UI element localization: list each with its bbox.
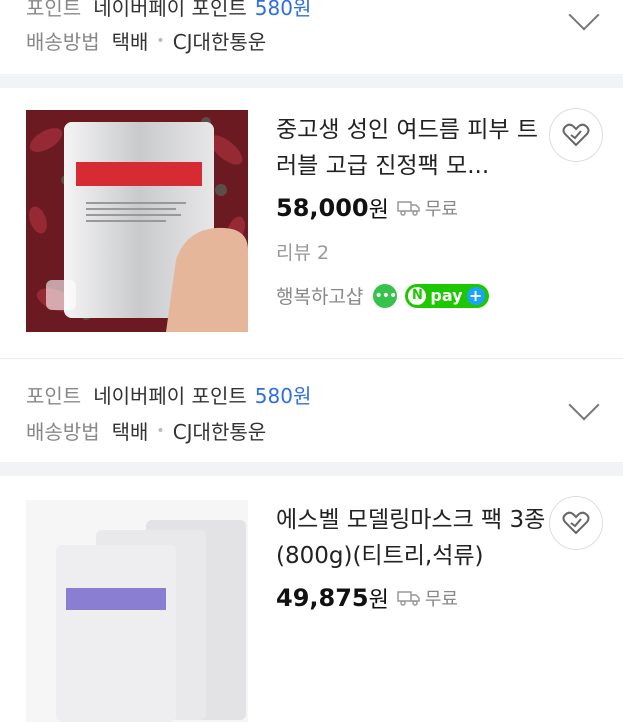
truck-icon	[397, 201, 420, 216]
point-name: 네이버페이 포인트	[93, 0, 247, 20]
shipping-free-label: 무료	[424, 589, 458, 610]
point-name: 네이버페이 포인트	[93, 384, 247, 408]
courier-name: CJ대한통운	[172, 420, 267, 444]
npay-badge: N pay +	[405, 283, 489, 308]
product-title[interactable]: 중고생 성인 여드름 피부 트러블 고급 진정팩 모...	[276, 112, 546, 184]
dot-separator: •	[156, 32, 165, 49]
truck-icon	[397, 591, 420, 606]
shipping-label: 배송방법	[26, 30, 100, 54]
npay-label: pay	[430, 286, 463, 305]
heart-check-icon	[562, 511, 590, 535]
talk-icon[interactable]: •••	[373, 283, 398, 308]
price-row: 58,000 원 무료	[276, 192, 458, 224]
shipping-fee: 무료	[397, 585, 458, 611]
section-separator	[0, 74, 623, 88]
shipping-row: 배송방법 택배 • CJ대한통운	[26, 26, 266, 55]
seller-name[interactable]: 행복하고샵	[276, 282, 363, 309]
wishlist-button[interactable]	[549, 496, 603, 550]
shipping-row: 배송방법 택배 • CJ대한통운	[26, 416, 266, 445]
point-row: 포인트 네이버페이 포인트 580원	[26, 380, 311, 409]
point-row: 포인트 네이버페이 포인트 580원	[26, 0, 311, 21]
product-title[interactable]: 에스벨 모델링마스크 팩 3종 (800g)(티트리,석류)	[276, 502, 546, 574]
point-label: 포인트	[26, 0, 82, 20]
chevron-down-icon[interactable]	[568, 389, 600, 421]
courier-name: CJ대한통운	[172, 30, 267, 54]
currency: 원	[368, 198, 389, 223]
shipping-method: 택배	[111, 420, 149, 444]
price-row: 49,875 원 무료	[276, 582, 458, 614]
heart-check-icon	[562, 123, 590, 147]
point-value: 580원	[254, 384, 312, 408]
chevron-down-icon[interactable]	[568, 0, 600, 31]
dot-separator: •	[156, 422, 165, 439]
wishlist-button[interactable]	[549, 108, 603, 162]
shipping-free-label: 무료	[424, 199, 458, 220]
shipping-label: 배송방법	[26, 420, 100, 444]
review-count[interactable]: 리뷰 2	[276, 238, 329, 265]
section-separator	[0, 462, 623, 476]
divider	[0, 358, 623, 359]
price-value: 49,875	[276, 584, 369, 612]
plus-icon: +	[466, 286, 485, 305]
product-image[interactable]	[26, 110, 248, 332]
seller-row: 행복하고샵 ••• N pay +	[276, 282, 489, 309]
point-label: 포인트	[26, 384, 82, 408]
product-image[interactable]	[26, 500, 248, 722]
price-value: 58,000	[276, 194, 369, 222]
point-value: 580원	[254, 0, 312, 20]
currency: 원	[368, 588, 389, 613]
shipping-method: 택배	[111, 30, 149, 54]
npay-n-icon: N	[408, 286, 427, 305]
shipping-fee: 무료	[397, 195, 458, 221]
